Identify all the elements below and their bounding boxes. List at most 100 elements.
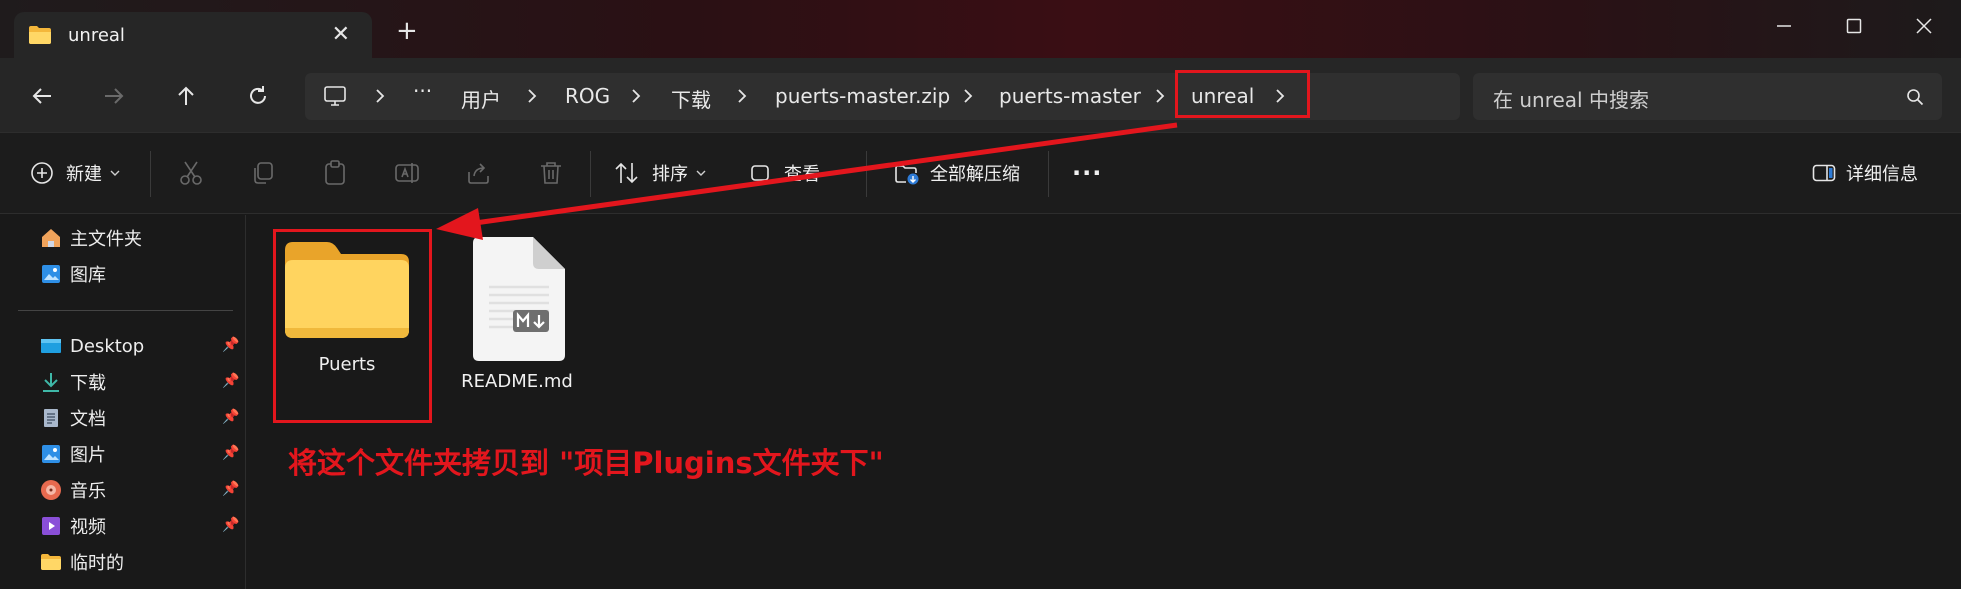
markdown-file-icon bbox=[473, 237, 565, 361]
sidebar-item-label: 图库 bbox=[70, 265, 106, 286]
file-name: README.md bbox=[461, 371, 573, 392]
chevron-right-icon bbox=[632, 89, 641, 103]
minimize-button[interactable] bbox=[1756, 8, 1812, 44]
extract-all-label: 全部解压缩 bbox=[930, 164, 1020, 185]
refresh-button[interactable] bbox=[238, 76, 278, 116]
cut-button[interactable] bbox=[178, 155, 204, 191]
new-label: 新建 bbox=[66, 164, 102, 185]
sidebar-item-downloads[interactable]: 下载 bbox=[40, 368, 106, 396]
chevron-down-icon bbox=[110, 170, 120, 176]
cut-icon bbox=[180, 161, 202, 185]
address-row: ··· 用户 ROG 下载 puerts-master.zip puerts-m… bbox=[0, 58, 1961, 132]
close-window-button[interactable] bbox=[1896, 8, 1952, 44]
sidebar-item-desktop[interactable]: Desktop bbox=[40, 332, 144, 360]
forward-button[interactable] bbox=[94, 76, 134, 116]
paste-button[interactable] bbox=[322, 155, 348, 191]
delete-button[interactable] bbox=[538, 155, 564, 191]
pin-icon: 📌 bbox=[222, 409, 240, 425]
sidebar-item-pictures[interactable]: 图片 bbox=[40, 440, 106, 468]
command-bar: 新建 排序 查看 全部解压缩 ··· 详细信息 bbox=[0, 132, 1961, 214]
share-button[interactable] bbox=[466, 155, 492, 191]
close-icon bbox=[1916, 18, 1932, 34]
breadcrumb-item[interactable]: 下载 bbox=[671, 84, 711, 113]
tab-unreal[interactable]: unreal ✕ bbox=[14, 12, 372, 58]
document-icon bbox=[44, 409, 58, 427]
more-options-button[interactable]: ··· bbox=[1072, 155, 1102, 191]
search-placeholder: 在 unreal 中搜索 bbox=[1493, 88, 1649, 112]
sidebar-item-label: 临时的 bbox=[70, 553, 124, 574]
pictures-icon bbox=[42, 445, 60, 463]
gallery-icon bbox=[42, 265, 60, 283]
view-button[interactable]: 查看 bbox=[750, 155, 820, 191]
computer-icon bbox=[324, 86, 346, 106]
chevron-right-icon bbox=[376, 89, 385, 103]
tab-close-icon[interactable]: ✕ bbox=[332, 22, 350, 47]
arrow-left-icon bbox=[32, 88, 51, 104]
arrow-right-icon bbox=[105, 88, 124, 104]
separator bbox=[150, 151, 151, 197]
share-icon bbox=[468, 163, 489, 184]
sidebar-item-home[interactable]: 主文件夹 bbox=[40, 224, 142, 252]
view-icon bbox=[751, 165, 769, 181]
rename-icon bbox=[395, 163, 419, 183]
sidebar-item-videos[interactable]: 视频 bbox=[40, 512, 106, 540]
sidebar-item-documents[interactable]: 文档 bbox=[40, 404, 106, 432]
sidebar-item-label: 下载 bbox=[70, 373, 106, 394]
search-icon bbox=[1907, 89, 1924, 106]
separator bbox=[866, 151, 867, 197]
title-bar: unreal ✕ + bbox=[0, 0, 1961, 58]
breadcrumb-item[interactable]: 用户 bbox=[461, 84, 501, 113]
pin-icon: 📌 bbox=[222, 517, 240, 533]
highlight-folder-puerts bbox=[273, 229, 432, 423]
search-input[interactable]: 在 unreal 中搜索 bbox=[1473, 73, 1942, 120]
folder-icon bbox=[41, 554, 61, 570]
home-icon bbox=[42, 229, 60, 247]
sort-button[interactable]: 排序 bbox=[614, 155, 706, 191]
details-pane-icon bbox=[1812, 164, 1836, 182]
details-button[interactable]: 详细信息 bbox=[1812, 155, 1918, 191]
sidebar-item-temp[interactable]: 临时的 bbox=[40, 548, 124, 576]
chevron-down-icon bbox=[696, 170, 706, 176]
delete-icon bbox=[541, 162, 561, 184]
pin-icon: 📌 bbox=[222, 481, 240, 497]
back-button[interactable] bbox=[22, 76, 62, 116]
navigation-pane: 主文件夹 图库 Desktop 📌 下载 📌 文档 📌 图片 📌 音乐 📌 视频… bbox=[0, 215, 246, 589]
breadcrumb-item[interactable]: ROG bbox=[565, 84, 610, 108]
chevron-right-icon bbox=[528, 89, 537, 103]
copy-icon bbox=[254, 162, 273, 184]
sidebar-item-music[interactable]: 音乐 bbox=[40, 476, 106, 504]
up-button[interactable] bbox=[166, 76, 206, 116]
plus-circle-icon bbox=[31, 162, 53, 184]
pin-icon: 📌 bbox=[222, 373, 240, 389]
extract-all-button[interactable]: 全部解压缩 bbox=[894, 155, 1020, 191]
sidebar-item-label: Desktop bbox=[70, 335, 145, 357]
tab-title: unreal bbox=[68, 24, 125, 46]
instruction-annotation: 将这个文件夹拷贝到 "项目Plugins文件夹下" bbox=[288, 446, 884, 480]
video-icon bbox=[42, 517, 60, 535]
new-button[interactable]: 新建 bbox=[30, 155, 120, 191]
folder-icon bbox=[29, 26, 51, 44]
file-list: Puerts README.md bbox=[247, 215, 1961, 589]
more-icon: ··· bbox=[1072, 159, 1103, 187]
breadcrumb-item[interactable]: puerts-master.zip bbox=[775, 84, 950, 108]
sort-icon bbox=[615, 162, 638, 184]
file-item-markdown[interactable]: README.md bbox=[455, 235, 579, 392]
view-label: 查看 bbox=[784, 164, 820, 185]
sidebar-item-label: 图片 bbox=[70, 445, 106, 466]
music-icon bbox=[41, 480, 61, 500]
sidebar-item-gallery[interactable]: 图库 bbox=[40, 260, 106, 288]
new-tab-button[interactable]: + bbox=[396, 18, 418, 44]
breadcrumb-item[interactable]: puerts-master bbox=[999, 84, 1141, 108]
chevron-right-icon bbox=[964, 89, 973, 103]
breadcrumb-overflow[interactable]: ··· bbox=[413, 79, 432, 103]
paste-icon bbox=[325, 160, 345, 185]
desktop-icon bbox=[41, 339, 61, 353]
maximize-icon bbox=[1846, 18, 1862, 34]
minimize-icon bbox=[1777, 25, 1791, 27]
copy-button[interactable] bbox=[250, 155, 276, 191]
pin-icon: 📌 bbox=[222, 445, 240, 461]
download-icon bbox=[43, 373, 59, 392]
rename-button[interactable] bbox=[394, 155, 420, 191]
maximize-button[interactable] bbox=[1826, 8, 1882, 44]
sidebar-divider bbox=[18, 310, 233, 311]
